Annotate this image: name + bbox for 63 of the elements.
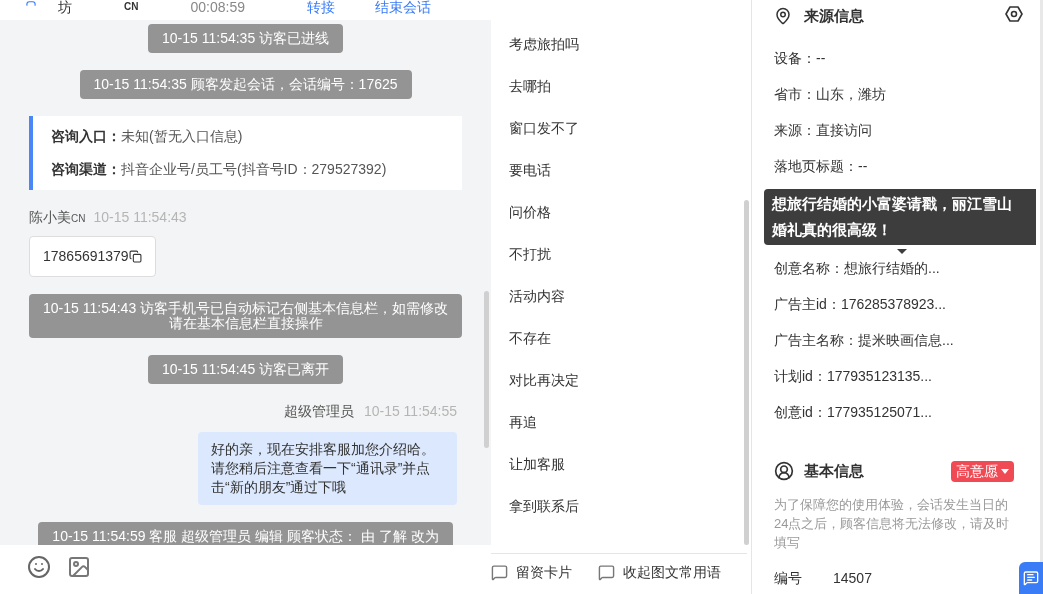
field-label: 编号 (774, 569, 803, 588)
scrollbar[interactable] (744, 200, 749, 545)
region-tag: CN (124, 0, 139, 14)
collapse-phrases-button[interactable]: 收起图文常用语 (598, 562, 722, 583)
message-icon (598, 564, 616, 581)
system-message: 10-15 11:54:35 访客已进线 (148, 24, 344, 53)
quick-phrase[interactable]: 再追 (509, 410, 751, 434)
agent-name: 超级管理员 (283, 402, 354, 421)
chat-icon (1023, 570, 1039, 586)
section-title: 基本信息 (804, 460, 864, 481)
tooltip: 想旅行结婚的小富婆请戳，丽江雪山婚礼真的很高级！ (764, 189, 1036, 245)
quick-phrase[interactable]: 让加客服 (509, 452, 751, 476)
intent-dropdown[interactable]: 高意愿 (951, 460, 1014, 482)
scrollbar[interactable] (484, 291, 490, 448)
source-info-line: 落地页标题：-- (774, 157, 869, 176)
message-time: 10-15 11:54:43 (93, 208, 187, 227)
copy-icon[interactable] (128, 250, 142, 263)
emoji-icon[interactable] (27, 555, 51, 579)
quick-phrase[interactable]: 窗口发不了 (509, 116, 751, 140)
source-info-line: 计划id：177935123135... (774, 367, 933, 386)
quick-phrase[interactable]: 不打扰 (509, 242, 751, 266)
message-time: 10-15 11:54:55 (363, 402, 458, 421)
source-info-line: 广告主名称：提米映画信息... (774, 331, 955, 350)
image-icon[interactable] (67, 555, 91, 579)
quick-phrase[interactable]: 拿到联系后 (509, 494, 751, 518)
system-message: 10-15 11:54:45 访客已离开 (148, 355, 344, 384)
field-value: 14507 (833, 569, 872, 588)
source-info-line: 创意id：177935125071... (774, 403, 933, 422)
chat-float-button[interactable] (1019, 562, 1043, 594)
settings-icon[interactable] (1005, 5, 1023, 23)
input-area[interactable] (0, 545, 492, 594)
quick-phrase[interactable]: 不存在 (509, 326, 751, 350)
location-pin-icon (774, 7, 792, 25)
inquiry-info-line: 咨询渠道：抖音企业号/员工号(抖音号ID：279527392) (51, 160, 388, 179)
quick-phrase[interactable]: 考虑旅拍吗 (509, 32, 751, 56)
edit-notice: 为了保障您的使用体验，会话发生当日的24点之后，顾客信息将无法修改，请及时填写 (774, 496, 1011, 552)
source-info-line: 创意名称：想旅行结婚的... (774, 259, 941, 278)
inquiry-info-line: 咨询入口：未知(暂无入口信息) (51, 127, 244, 146)
source-info-line: 广告主id：176285378923... (774, 295, 947, 314)
source-info-line: 来源：直接访问 (774, 121, 873, 140)
tooltip-arrow (897, 249, 907, 254)
quick-phrase[interactable]: 去哪拍 (509, 74, 751, 98)
system-message: 10-15 11:54:35 顾客发起会话，会话编号：17625 (79, 70, 412, 99)
message-bubble: 好的亲，现在安排客服加您介绍哈。请您稍后注意查看一下“通讯录”并点击“新的朋友”通过下哦 (198, 432, 458, 505)
session-duration: 00:08:59 (190, 0, 245, 17)
section-title: 来源信息 (804, 5, 864, 26)
caret-icon (1001, 468, 1009, 474)
system-message: 10-15 11:54:43 访客手机号已自动标记右侧基本信息栏，如需修改请在基本信息栏直接操作 (29, 294, 463, 338)
user-circle-icon (774, 461, 794, 481)
message-icon (491, 564, 509, 581)
quick-phrase[interactable]: 要电话 (509, 158, 751, 182)
visitor-name: 陈小美CN (29, 208, 86, 227)
quick-phrase[interactable]: 对比再决定 (509, 368, 751, 392)
end-session-link[interactable]: 结束会话 (374, 0, 431, 18)
message-bubble: 17865691379 (29, 236, 156, 277)
quick-phrase[interactable]: 问价格 (509, 200, 751, 224)
visitor-name: 坊 (58, 0, 72, 17)
quick-phrase[interactable]: 活动内容 (509, 284, 751, 308)
transfer-link[interactable]: 转接 (306, 0, 335, 18)
source-info-line: 省市：山东，潍坊 (774, 85, 887, 104)
system-message: 10-15 11:54:59 客服 超级管理员 编辑 顾客状态： 由 了解 改为 (38, 522, 453, 545)
source-info-line: 设备：-- (774, 49, 827, 68)
lead-card-button[interactable]: 留资卡片 (491, 562, 573, 583)
